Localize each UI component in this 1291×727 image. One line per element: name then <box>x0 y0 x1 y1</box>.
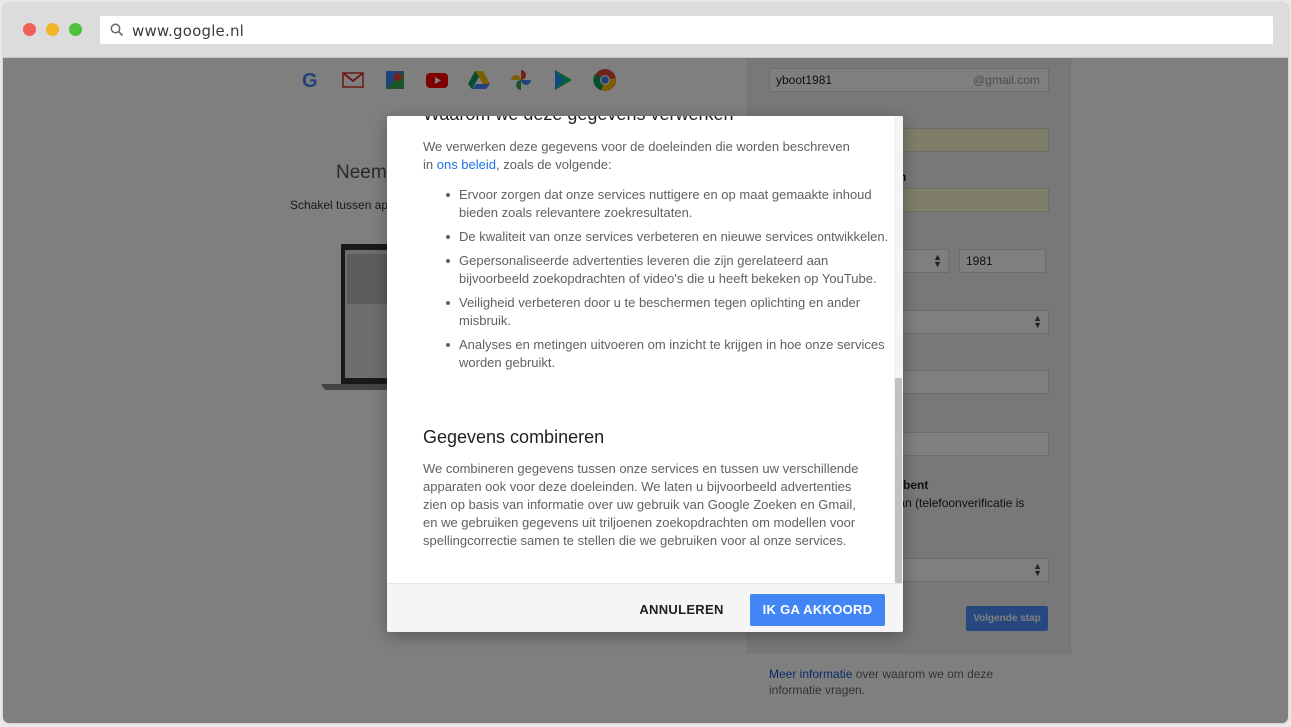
intro-text-end: , zoals de volgende: <box>496 157 612 172</box>
browser-toolbar: www.google.nl <box>3 3 1288 58</box>
list-item: De kwaliteit van onze services verbetere… <box>446 228 894 246</box>
close-dot[interactable] <box>23 23 36 36</box>
policy-link[interactable]: ons beleid <box>437 157 496 172</box>
address-bar[interactable]: www.google.nl <box>100 16 1273 44</box>
dialog-footer: ANNULEREN IK GA AKKOORD <box>387 583 903 632</box>
dialog-scroll-area[interactable]: Waarom we deze gegevens verwerken We ver… <box>387 116 894 583</box>
accept-button[interactable]: IK GA AKKOORD <box>750 594 885 626</box>
search-icon <box>110 23 124 37</box>
section-heading: Gegevens combineren <box>423 427 605 447</box>
list-item: Veiligheid verbeteren door u te bescherm… <box>446 294 894 330</box>
url-text: www.google.nl <box>132 22 245 40</box>
cancel-button[interactable]: ANNULEREN <box>629 594 734 625</box>
minimize-dot[interactable] <box>46 23 59 36</box>
dialog-heading: Waarom we deze gegevens verwerken <box>423 116 733 125</box>
list-item: Gepersonaliseerde advertenties leveren d… <box>446 252 894 288</box>
scrollbar-thumb[interactable] <box>895 378 902 583</box>
browser-window: www.google.nl G <box>3 3 1288 723</box>
zoom-dot[interactable] <box>69 23 82 36</box>
privacy-dialog: Waarom we deze gegevens verwerken We ver… <box>387 116 903 632</box>
section-text: We combineren gegevens tussen onze servi… <box>423 461 859 548</box>
page-content: G Neem Schakel tus <box>3 58 1288 723</box>
list-item: Analyses en metingen uitvoeren om inzich… <box>446 336 894 372</box>
list-item: Ervoor zorgen dat onze services nuttiger… <box>446 186 894 222</box>
purposes-list: Ervoor zorgen dat onze services nuttiger… <box>423 186 894 378</box>
dialog-intro: We verwerken deze gegevens voor de doele… <box>423 138 863 174</box>
